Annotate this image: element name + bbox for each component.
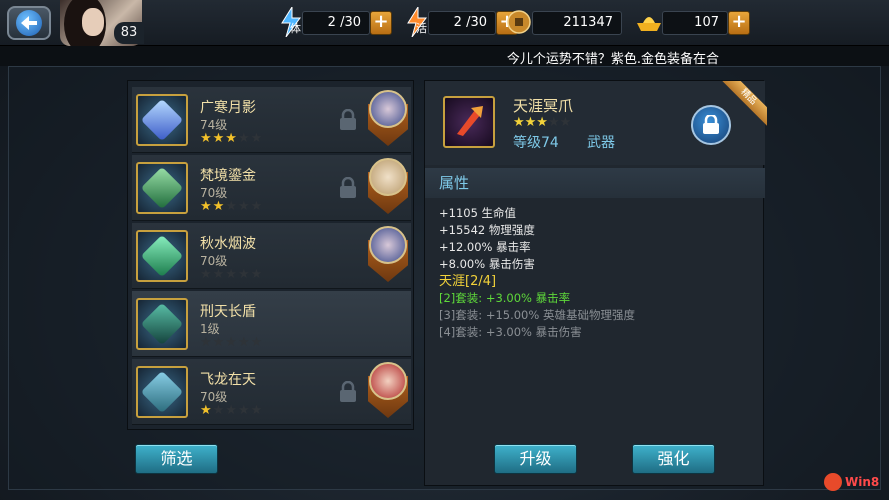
attribute-list: +1105 生命值 +15542 物理强度 +12.00% 暴击率 +8.00%… — [439, 205, 635, 341]
star-rating: ★★★★★ — [200, 199, 264, 214]
list-item[interactable]: 秋水烟波 70级 ★★★★★ — [132, 223, 411, 289]
enhance-button[interactable]: 强化 — [632, 444, 715, 474]
lock-icon[interactable] — [338, 177, 358, 199]
svg-text:Win8: Win8 — [845, 475, 879, 489]
detail-header: 天涯冥爪 ★★★★★ 等级74 武器 精品 — [425, 81, 767, 165]
gold-plus-button[interactable]: + — [728, 11, 750, 35]
item-name: 秋水烟波 — [200, 236, 256, 252]
vitality-value: 2 /30 — [428, 11, 496, 35]
equipment-icon — [136, 298, 188, 350]
lock-icon[interactable] — [338, 381, 358, 403]
item-name: 刑天长盾 — [200, 304, 256, 320]
equipment-list[interactable]: 广寒月影 74级 ★★★★★ 梵境鎏金 70级 ★★★★★ 秋水烟波 70级 ★… — [127, 80, 414, 430]
set-bonus-4: [4]套装: +3.00% 暴击伤害 — [439, 325, 582, 339]
equipment-icon — [136, 162, 188, 214]
hero-portrait — [366, 158, 410, 216]
attribute-line: +1105 生命值 — [439, 206, 517, 220]
set-name: 天涯[2/4] — [439, 274, 497, 289]
star-rating: ★★★★★ — [200, 267, 264, 282]
hero-portrait — [366, 362, 410, 420]
back-arrow-icon — [16, 10, 42, 36]
upgrade-button[interactable]: 升级 — [494, 444, 577, 474]
announcement-text: 今儿个运势不错？紫色.金色装备在合 — [506, 52, 719, 67]
back-button[interactable] — [7, 6, 51, 40]
attribute-line: +12.00% 暴击率 — [439, 240, 531, 254]
stamina-label: 体 — [290, 22, 301, 35]
attributes-header: 属性 — [425, 168, 765, 198]
list-item[interactable]: 刑天长盾 1级 ★★★★★ — [132, 291, 411, 357]
detail-star-rating: ★★★★★ — [513, 115, 572, 130]
detail-equipment-icon — [443, 96, 495, 148]
stamina-value: 2 /30 — [302, 11, 370, 35]
coins-value: 211347 — [532, 11, 622, 35]
item-name: 广寒月影 — [200, 100, 256, 116]
item-name: 梵境鎏金 — [200, 168, 256, 184]
star-rating: ★★★★★ — [200, 131, 264, 146]
gold-ingot-icon — [634, 6, 664, 38]
set-bonus-3: [3]套装: +15.00% 英雄基础物理强度 — [439, 308, 635, 322]
list-item[interactable]: 梵境鎏金 70级 ★★★★★ — [132, 155, 411, 221]
lock-icon[interactable] — [338, 109, 358, 131]
equipment-icon — [136, 94, 188, 146]
list-item[interactable]: 广寒月影 74级 ★★★★★ — [132, 87, 411, 153]
star-rating: ★★★★★ — [200, 403, 264, 418]
equipment-icon — [136, 230, 188, 282]
quality-ribbon: 精品 — [721, 81, 767, 127]
coin-icon — [504, 6, 534, 38]
detail-level: 等级74 — [513, 135, 559, 151]
hero-portrait — [366, 226, 410, 284]
detail-name: 天涯冥爪 — [513, 97, 574, 115]
attribute-line: +8.00% 暴击伤害 — [439, 257, 535, 271]
top-bar: 83 体 2 /30 + 活 2 /30 + 211347 107 + — [0, 0, 889, 46]
player-level: 83 — [114, 22, 144, 44]
watermark-logo: Win8 — [823, 470, 881, 494]
announcement-bar: 今儿个运势不错？紫色.金色装备在合 — [0, 46, 889, 67]
lock-icon — [703, 115, 719, 134]
detail-type: 武器 — [587, 135, 615, 151]
attribute-line: +15542 物理强度 — [439, 223, 535, 237]
hero-portrait — [366, 90, 410, 148]
item-name: 飞龙在天 — [200, 372, 256, 388]
gold-value: 107 — [662, 11, 728, 35]
vitality-label: 活 — [416, 22, 427, 35]
equipment-detail-panel: 天涯冥爪 ★★★★★ 等级74 武器 精品 属性 +1105 生命值 +1554… — [424, 80, 767, 486]
filter-button[interactable]: 筛选 — [135, 444, 218, 474]
set-bonus-active: [2]套装: +3.00% 暴击率 — [439, 291, 571, 305]
equipment-icon — [136, 366, 188, 418]
star-rating: ★★★★★ — [200, 335, 264, 350]
list-item[interactable]: 飞龙在天 70级 ★★★★★ — [132, 359, 411, 425]
stamina-plus-button[interactable]: + — [370, 11, 392, 35]
